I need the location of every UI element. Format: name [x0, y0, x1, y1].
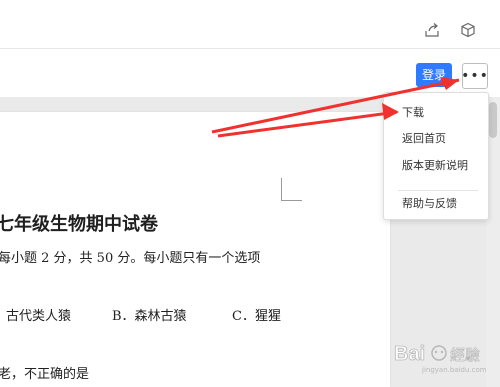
app-header	[0, 0, 500, 49]
more-icon: •••	[461, 68, 489, 84]
svg-text:Bai: Bai	[394, 343, 425, 365]
cube-icon[interactable]	[460, 22, 476, 38]
document-instructions: 每小题 2 分，共 50 分。每小题只有一个选项	[0, 251, 261, 266]
login-button[interactable]: 登录	[416, 63, 452, 87]
option-c: C．猩猩	[232, 309, 281, 324]
share-icon[interactable]	[424, 22, 440, 38]
question-text: 老，不正确的是	[0, 367, 90, 382]
option-b: B．森林古猿	[112, 309, 187, 324]
more-options-menu: 下载 返回首页 版本更新说明 帮助与反馈	[383, 92, 489, 220]
svg-text:jingyan.baidu.com: jingyan.baidu.com	[421, 366, 487, 374]
menu-item-download[interactable]: 下载	[402, 104, 424, 120]
option-a: 古代类人猿	[6, 309, 72, 324]
scrollbar-thumb[interactable]	[489, 102, 497, 138]
more-options-button[interactable]: •••	[461, 63, 489, 89]
menu-item-release-notes[interactable]: 版本更新说明	[402, 157, 468, 173]
svg-text:經驗: 經驗	[450, 346, 480, 364]
menu-item-help-feedback[interactable]: 帮助与反馈	[402, 195, 457, 211]
menu-divider	[398, 190, 478, 191]
menu-item-home[interactable]: 返回首页	[402, 130, 446, 146]
baidu-jingyan-watermark: Bai 經驗 jingyan.baidu.com	[394, 343, 487, 374]
document-title: 七年级生物期中试卷	[0, 214, 158, 235]
page-margin-marker	[281, 178, 302, 201]
